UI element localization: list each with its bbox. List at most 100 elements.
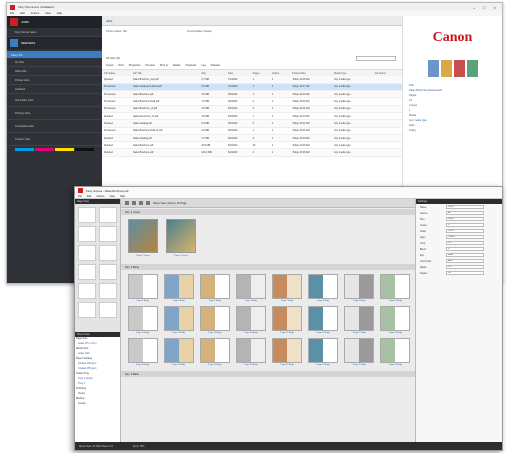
zoom-out-icon[interactable] <box>146 201 150 205</box>
table-row[interactable]: Processed Sales Brochure.pdf 4.8 MB 6/2/202… <box>102 90 402 99</box>
setting-value[interactable]: Letter <box>446 205 484 209</box>
preview-thumb[interactable] <box>466 60 478 77</box>
menu-actions[interactable]: Actions <box>96 195 104 198</box>
page-spread[interactable]: Page 14 Body <box>234 306 267 334</box>
page-spread[interactable]: Page 3 Body <box>126 274 159 302</box>
page-spread[interactable]: Page 26 Body <box>379 338 412 366</box>
table-row[interactable]: Processed Sales Brochure Final v2.pdf 6.2 … <box>102 127 402 135</box>
close-icon[interactable]: × <box>494 5 496 10</box>
page-spread[interactable]: Page 16 Body <box>307 306 340 334</box>
sidebar-item-completed[interactable]: Completed Jobs <box>7 120 102 133</box>
import-button[interactable]: Import <box>106 64 113 67</box>
setting-value[interactable]: 0 <box>446 223 484 227</box>
page-spread[interactable]: Page 24 Body <box>307 338 340 366</box>
page-spread[interactable]: Page 12 Body <box>162 306 195 334</box>
page-spread[interactable]: Page 10 Body <box>379 274 412 302</box>
setting-value[interactable]: None <box>446 253 484 257</box>
sidebar-item-archived[interactable]: Archived <box>7 85 102 94</box>
table-row[interactable]: Spooled Sales Catalog.pdf 4.7 MB 6/2/2020 3 1… <box>102 134 402 143</box>
preview-thumb[interactable] <box>427 60 439 77</box>
hand-tool-icon[interactable] <box>132 201 136 205</box>
setting-value[interactable]: 100% <box>446 229 484 233</box>
page-spread[interactable]: Page 23 Body <box>271 338 304 366</box>
page-thumb[interactable] <box>78 226 96 242</box>
page-thumb[interactable] <box>99 283 117 299</box>
zoom-level[interactable]: Zoom 75% <box>133 445 145 448</box>
table-row[interactable]: Spooled Sales Catalog.pdf 5.3 MB 6/2/2020 3 1… <box>102 119 402 128</box>
page-thumb[interactable] <box>78 302 96 318</box>
table-row[interactable]: Spooled Sales Document_v3.pdf 3.8 MB 6/2/20… <box>102 112 402 121</box>
page-spread[interactable]: Page 9 Body <box>343 274 376 302</box>
sidebar-item-held[interactable]: Held Jobs <box>7 67 102 76</box>
log-button[interactable]: Log <box>201 64 205 67</box>
page-spread[interactable]: Page 11 Body <box>126 306 159 334</box>
duplicate-button[interactable]: Duplicate <box>185 64 196 67</box>
sidebar-server-name[interactable]: Fiery Server name <box>7 28 102 37</box>
page-thumb[interactable] <box>99 245 117 261</box>
setting-value[interactable]: On <box>446 271 484 275</box>
preview-thumb[interactable] <box>440 60 452 77</box>
zoom-in-icon[interactable] <box>139 201 143 205</box>
menu-actions[interactable]: Actions <box>31 12 40 15</box>
sidebar-item-all-jobs[interactable]: All Jobs <box>7 58 102 67</box>
page-thumb[interactable] <box>78 207 96 223</box>
table-row[interactable]: Spooled Sales Brochure.pdf 10.5 MB 6/2/2020… <box>102 141 402 150</box>
tab-jobs[interactable]: Jobs <box>106 19 112 23</box>
section-header[interactable]: Sec. 3 Back <box>121 371 417 377</box>
page-spread[interactable]: Page 4 Body <box>162 274 195 302</box>
page-spread[interactable]: Page 7 Body <box>271 274 304 302</box>
page-spread[interactable]: Page 5 Body <box>198 274 231 302</box>
tree-item[interactable]: Saddle <box>75 402 120 407</box>
page-spread[interactable]: Page 17 Body <box>343 306 376 334</box>
page-thumb[interactable] <box>99 264 117 280</box>
menu-edit[interactable]: Edit <box>20 12 24 15</box>
spread-item[interactable]: Page 1 Cover <box>127 219 159 259</box>
properties-button[interactable]: Properties <box>129 64 141 67</box>
sidebar-jobs-header[interactable]: JOBS <box>7 16 102 28</box>
sidebar-item-printing[interactable]: Printing Jobs <box>7 107 102 120</box>
table-row[interactable]: Processed Sales Catalog Finished.pdf 5.2 M… <box>102 83 402 92</box>
page-spread[interactable]: Page 25 Body <box>343 338 376 366</box>
page-thumb[interactable] <box>78 245 96 261</box>
sidebar-servers-header[interactable]: SERVERS <box>7 37 102 49</box>
page-spread[interactable]: Page 21 Body <box>198 338 231 366</box>
page-spread[interactable]: Page 20 Body <box>162 338 195 366</box>
setting-value[interactable]: Center <box>446 235 484 239</box>
menu-file[interactable]: File <box>10 12 14 15</box>
setting-value[interactable]: Off <box>446 241 484 245</box>
setting-value[interactable]: Letter <box>446 217 484 221</box>
page-thumb[interactable] <box>99 226 117 242</box>
minimize-icon[interactable]: – <box>473 5 475 10</box>
page-spread[interactable]: Page 19 Body <box>126 338 159 366</box>
page-spread[interactable]: Page 22 Body <box>234 338 267 366</box>
print-button[interactable]: Print <box>118 64 123 67</box>
delete-button[interactable]: Delete <box>173 64 181 67</box>
release-button[interactable]: Release <box>211 64 221 67</box>
menu-view[interactable]: View <box>110 195 115 198</box>
preview-thumb[interactable] <box>453 60 465 77</box>
page-spread[interactable]: Page 18 Body <box>379 306 412 334</box>
setting-value[interactable]: A4 <box>446 211 484 215</box>
page-thumb[interactable] <box>99 302 117 318</box>
maximize-icon[interactable]: □ <box>483 5 485 10</box>
table-row[interactable]: Processed Sales Brochure Final.pdf 7.8 MB 6… <box>102 97 402 106</box>
page-spread[interactable]: Page 15 Body <box>271 306 304 334</box>
print-to-button[interactable]: Print to <box>160 64 168 67</box>
page-spread[interactable]: Page 6 Body <box>234 274 267 302</box>
menu-file[interactable]: File <box>78 195 82 198</box>
page-thumb[interactable] <box>78 264 96 280</box>
menu-view[interactable]: View <box>45 12 51 15</box>
menu-help[interactable]: Help <box>120 195 125 198</box>
setting-value[interactable]: 0 <box>446 247 484 251</box>
table-row[interactable]: Spooled Sales Brochure.pdf 100.2 MB 6/2/202… <box>102 148 402 157</box>
sidebar-item-printed[interactable]: Printed Jobs <box>7 76 102 85</box>
menu-help[interactable]: Help <box>57 12 62 15</box>
table-row[interactable]: Processed Sales Brochure_v3.pdf 4.9 MB 6/2/… <box>102 105 402 114</box>
search-input[interactable] <box>356 55 396 61</box>
setting-value[interactable]: Auto <box>446 259 484 263</box>
menu-edit[interactable]: Edit <box>87 195 91 198</box>
page-thumb[interactable] <box>99 207 117 223</box>
sidebar-section-fiery[interactable]: Fiery XX <box>7 51 102 58</box>
page-spread[interactable]: Page 8 Body <box>307 274 340 302</box>
page-thumb[interactable] <box>78 283 96 299</box>
